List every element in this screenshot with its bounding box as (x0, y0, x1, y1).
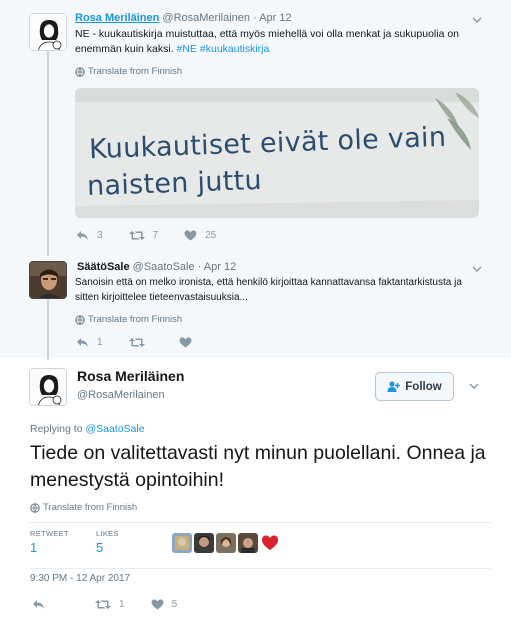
globe-icon (75, 66, 85, 77)
tweet-actions: 3 7 25 (76, 230, 242, 241)
main-author-name[interactable]: Rosa Meriläinen (77, 368, 184, 384)
avatar[interactable] (29, 13, 67, 51)
hashtag-ne[interactable]: #NE (177, 43, 197, 55)
avatar-portrait (30, 14, 66, 50)
retweet-count: 7 (152, 230, 159, 241)
hashtag-kuukautiskirja[interactable]: #kuukautiskirja (200, 43, 269, 55)
likes-stat[interactable]: LIKES 5 (96, 529, 119, 555)
reply-count: 3 (97, 230, 103, 241)
reply-icon (77, 231, 88, 240)
replying-prefix: Replying to (30, 423, 86, 435)
translate-link[interactable]: Translate from Finnish (75, 66, 182, 77)
tweet-timestamp[interactable]: 9:30 PM - 12 Apr 2017 (30, 573, 130, 584)
liker-avatar[interactable] (238, 533, 258, 553)
like-icon (184, 230, 197, 241)
globe-icon (30, 502, 40, 513)
context-tweet-2[interactable]: SäätöSale @SaatoSale · Apr 12 Sanoisin e… (0, 256, 511, 360)
avatar-portrait (30, 369, 66, 405)
like-action[interactable]: 5 (151, 599, 178, 610)
reply-action[interactable]: 1 (76, 337, 103, 348)
like-count: 5 (171, 599, 178, 610)
tweet-header: SäätöSale @SaatoSale · Apr 12 (77, 261, 236, 273)
like-action[interactable]: 25 (184, 230, 216, 241)
reply-mention[interactable]: @SaatoSale (85, 423, 144, 435)
tweet-stats: RETWEET 1 LIKES 5 (30, 522, 490, 569)
retweets-label: RETWEET (30, 529, 69, 538)
translate-label: Translate from Finnish (88, 314, 183, 325)
translate-link[interactable]: Translate from Finnish (75, 314, 182, 325)
tweet-actions: 1 (76, 337, 226, 348)
chevron-down-icon[interactable] (468, 380, 480, 392)
retweet-action[interactable] (128, 337, 153, 348)
main-author-handle[interactable]: @RosaMerilainen (77, 389, 165, 401)
reply-action[interactable] (32, 599, 53, 610)
author-name[interactable]: Rosa Meriläinen (75, 12, 159, 24)
translate-label: Translate from Finnish (88, 66, 183, 77)
liker-avatar[interactable] (260, 533, 280, 553)
context-tweet-1[interactable]: Rosa Meriläinen @RosaMerilainen · Apr 12… (0, 0, 511, 256)
like-icon (151, 599, 164, 610)
globe-icon (75, 314, 85, 325)
follow-label: Follow (405, 380, 442, 393)
retweet-action[interactable]: 7 (128, 230, 159, 241)
tweet-text: NE - kuukautiskirja muistuttaa, että myö… (75, 27, 475, 57)
chevron-down-icon[interactable] (471, 263, 483, 275)
retweet-icon (128, 338, 145, 347)
avatar-photo (30, 262, 66, 298)
retweet-count: 1 (119, 599, 125, 610)
like-icon (179, 337, 192, 348)
replying-to: Replying to @SaatoSale (30, 423, 145, 435)
tweet-date[interactable]: Apr 12 (259, 12, 291, 24)
retweets-count: 1 (30, 540, 38, 555)
liker-avatar[interactable] (194, 533, 214, 553)
liker-avatar[interactable] (172, 533, 192, 553)
main-tweet-text: Tiede on valitettavasti nyt minun puolel… (30, 442, 486, 491)
like-action[interactable] (179, 337, 200, 348)
reply-icon (77, 338, 88, 347)
image-text-line-2: naisten juttu (86, 164, 263, 203)
retweet-action[interactable]: 1 (95, 599, 125, 610)
chevron-down-icon[interactable] (471, 14, 483, 26)
likes-count: 5 (96, 540, 104, 555)
retweet-icon (128, 231, 145, 240)
author-handle[interactable]: @RosaMerilainen (162, 12, 250, 24)
follow-button[interactable]: Follow (375, 372, 454, 401)
like-count: 25 (205, 230, 217, 241)
main-avatar[interactable] (29, 368, 67, 406)
translate-link[interactable]: Translate from Finnish (30, 502, 137, 513)
tweet-text: Sanoisin että on melko ironista, että he… (75, 277, 462, 303)
conversation-thread: Rosa Meriläinen @RosaMerilainen · Apr 12… (0, 0, 511, 640)
reply-count: 1 (97, 337, 103, 348)
thread-line (47, 48, 49, 256)
tweet-header: Rosa Meriläinen @RosaMerilainen · Apr 12 (75, 12, 292, 24)
reply-icon (33, 600, 44, 609)
translate-label: Translate from Finnish (43, 502, 138, 513)
tweet-date[interactable]: Apr 12 (204, 261, 236, 273)
likes-label: LIKES (96, 529, 119, 538)
avatar[interactable] (29, 261, 67, 299)
separator: · (197, 261, 202, 273)
author-name[interactable]: SäätöSale (77, 261, 130, 273)
main-tweet-actions: 1 5 (32, 599, 203, 610)
retweets-stat[interactable]: RETWEET 1 (30, 529, 69, 555)
retweet-icon (95, 600, 111, 609)
liker-avatar[interactable] (216, 533, 236, 553)
likers-avatars (172, 533, 280, 553)
separator: · (253, 12, 257, 24)
author-handle[interactable]: @SaatoSale (133, 261, 195, 273)
follow-icon (387, 381, 401, 392)
thread-line (47, 298, 49, 360)
reply-action[interactable]: 3 (76, 230, 103, 241)
tweet-image[interactable]: Kuukautiset eivät ole vain naisten juttu (75, 88, 479, 218)
